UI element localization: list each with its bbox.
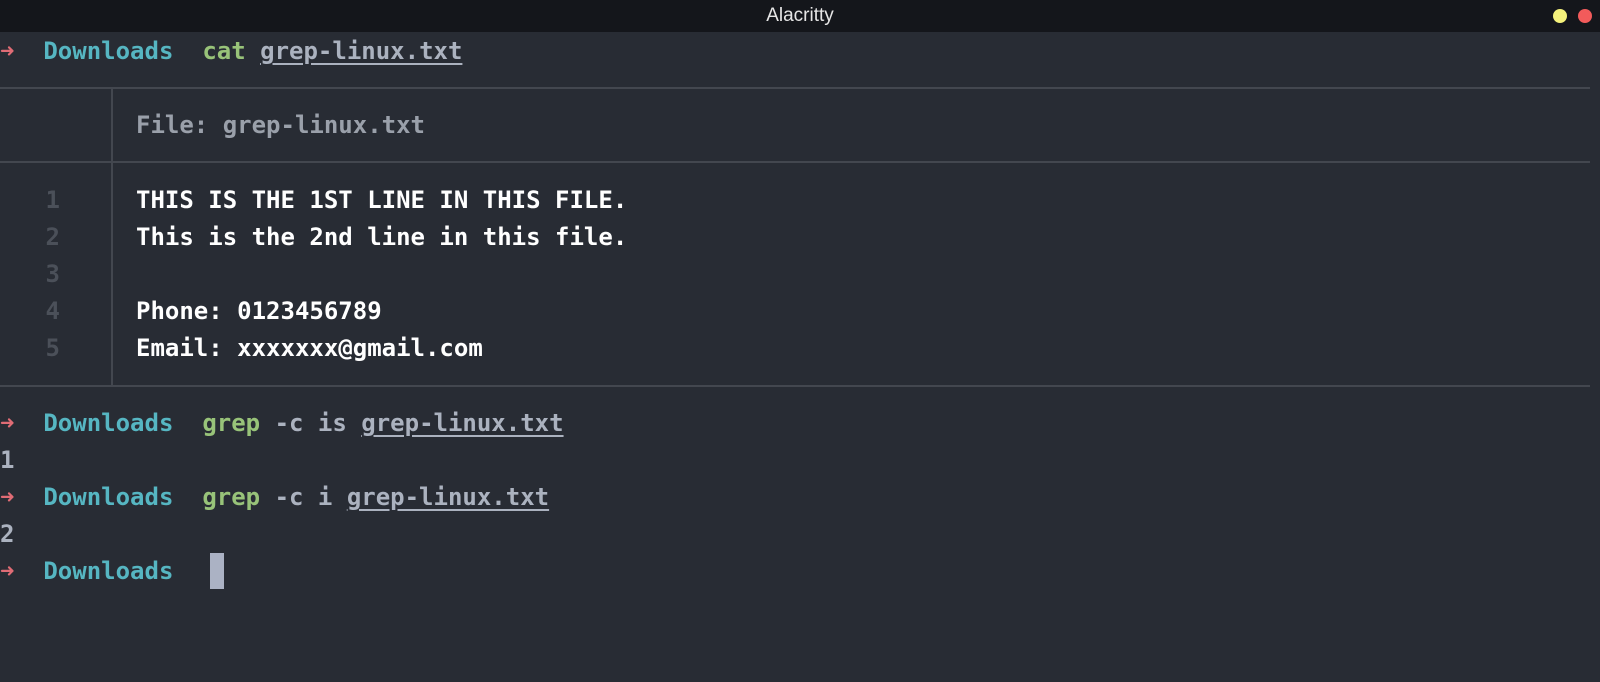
title-bar: Alacritty	[0, 0, 1600, 32]
prompt-arrow-icon: ➜	[0, 37, 15, 65]
line-number: 3	[45, 260, 60, 288]
prompt-dir: Downloads	[43, 37, 174, 65]
command-name: cat	[202, 37, 246, 65]
file-line: THIS IS THE 1ST LINE IN THIS FILE.	[136, 186, 628, 214]
prompt-arrow-icon: ➜	[0, 557, 15, 585]
prompt-line-current: ➜ Downloads	[0, 553, 173, 589]
prompt-arrow-icon: ➜	[0, 483, 15, 511]
line-number: 4	[45, 297, 60, 325]
line-number: 1	[45, 186, 60, 214]
command-args: -c is	[274, 409, 347, 437]
command-output: 2	[0, 520, 15, 548]
command-file: grep-linux.txt	[361, 409, 564, 437]
prompt-dir: Downloads	[43, 557, 174, 585]
bat-top-rule	[0, 87, 1590, 89]
text-cursor[interactable]	[210, 553, 224, 589]
prompt-line-2: ➜ Downloads grep -c is grep-linux.txt	[0, 405, 564, 441]
command-name: grep	[202, 483, 261, 511]
minimize-button[interactable]	[1553, 9, 1567, 23]
prompt-dir: Downloads	[43, 483, 174, 511]
prompt-arrow-icon: ➜	[0, 409, 15, 437]
line-number: 2	[45, 223, 60, 251]
close-button[interactable]	[1578, 9, 1592, 23]
bat-header-rule	[0, 161, 1590, 163]
file-line: Email: xxxxxxx@gmail.com	[136, 334, 483, 362]
command-output: 1	[0, 446, 15, 474]
bat-bottom-rule	[0, 385, 1590, 387]
bat-gutter-rule	[111, 88, 113, 386]
file-line: This is the 2nd line in this file.	[136, 223, 628, 251]
file-line: Phone: 0123456789	[136, 297, 382, 325]
bat-file-header: File: grep-linux.txt	[136, 111, 425, 139]
prompt-dir: Downloads	[43, 409, 174, 437]
prompt-line-3: ➜ Downloads grep -c i grep-linux.txt	[0, 479, 549, 515]
line-number: 5	[45, 334, 60, 362]
window-title: Alacritty	[766, 5, 834, 26]
prompt-line-1: ➜ Downloads cat grep-linux.txt	[0, 33, 462, 69]
command-name: grep	[202, 409, 261, 437]
command-file: grep-linux.txt	[260, 37, 463, 65]
command-file: grep-linux.txt	[346, 483, 550, 511]
command-args: -c i	[274, 483, 333, 511]
terminal-area[interactable]: ➜ Downloads cat grep-linux.txt File: gre…	[0, 32, 1600, 682]
